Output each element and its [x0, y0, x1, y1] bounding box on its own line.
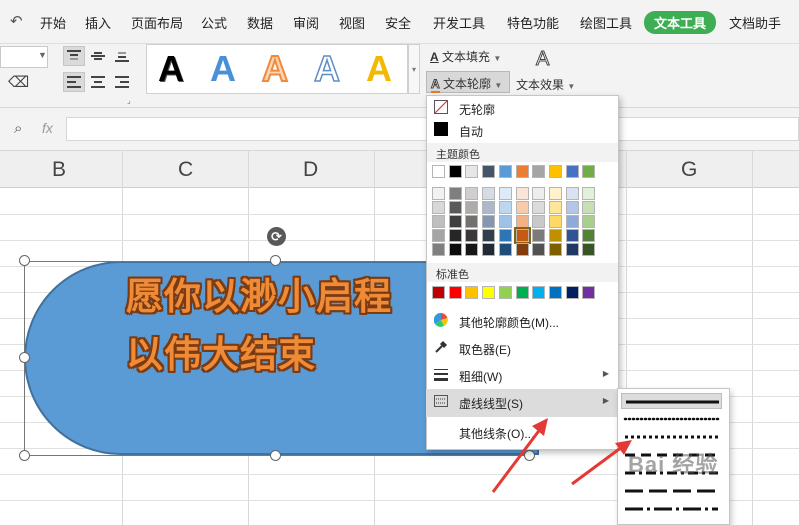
annotation-arrow-2 [571, 445, 623, 486]
annotation-arrow-1 [491, 427, 543, 493]
watermark: Bai 经验 [628, 452, 719, 477]
arrow-head-icon [532, 418, 548, 436]
